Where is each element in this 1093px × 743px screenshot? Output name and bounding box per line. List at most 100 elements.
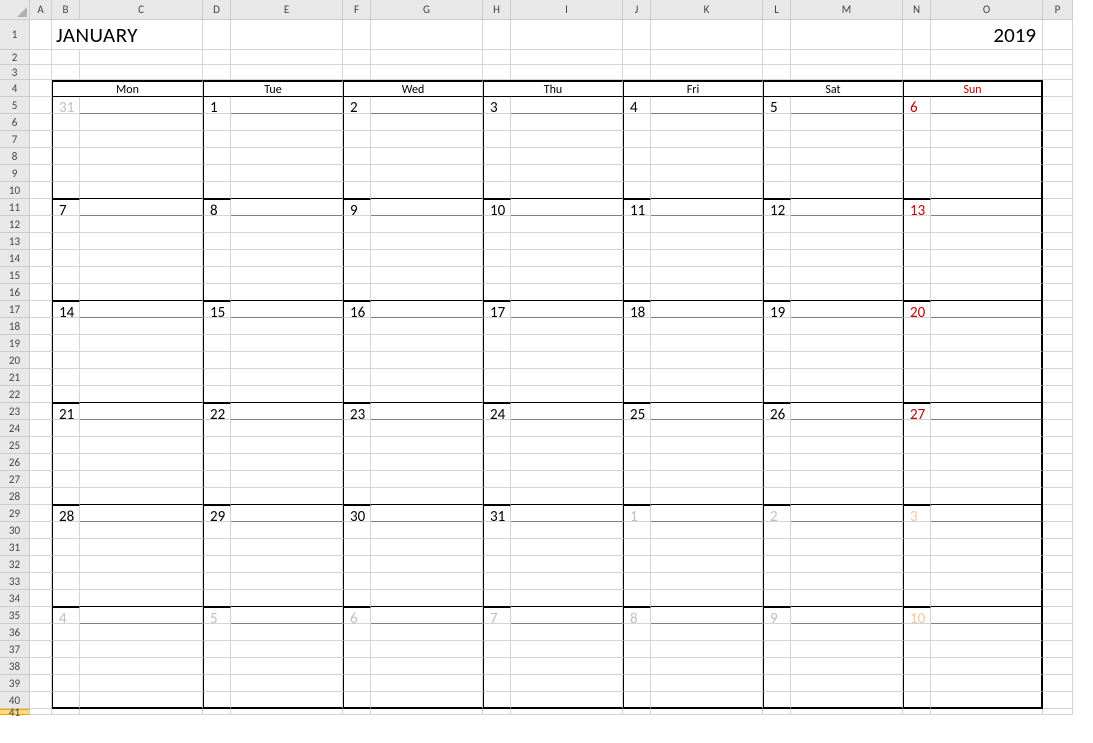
day-body[interactable] [371,352,483,369]
day-event-slot[interactable] [371,97,483,114]
day-body[interactable] [483,267,511,284]
day-body[interactable] [651,573,763,590]
day-event-slot[interactable] [651,97,763,114]
day-body[interactable] [623,641,651,658]
day-body[interactable] [371,454,483,471]
day-body[interactable] [231,148,343,165]
cell[interactable] [52,709,80,715]
day-body[interactable] [52,641,80,658]
cell[interactable] [30,590,52,607]
day-body[interactable] [343,420,371,437]
day-body[interactable] [231,624,343,641]
cell[interactable] [651,20,763,50]
day-body[interactable] [371,233,483,250]
day-number[interactable]: 28 [52,505,80,522]
day-body[interactable] [483,182,511,199]
day-body[interactable] [231,539,343,556]
day-body[interactable] [203,437,231,454]
cell[interactable] [30,641,52,658]
day-body[interactable] [651,590,763,607]
day-body[interactable] [623,318,651,335]
day-body[interactable] [791,675,903,692]
day-body[interactable] [623,114,651,131]
cell[interactable] [1043,97,1073,114]
day-body[interactable] [651,284,763,301]
day-body[interactable] [231,590,343,607]
day-body[interactable] [80,471,203,488]
cell[interactable] [903,65,931,80]
day-body[interactable] [511,658,623,675]
cell[interactable] [791,709,903,715]
day-body[interactable] [483,369,511,386]
day-body[interactable] [371,131,483,148]
day-body[interactable] [511,352,623,369]
day-body[interactable] [903,369,931,386]
day-number[interactable]: 26 [763,403,791,420]
day-body[interactable] [203,148,231,165]
day-body[interactable] [511,369,623,386]
day-body[interactable] [203,114,231,131]
day-body[interactable] [80,182,203,199]
row-header-6[interactable]: 6 [0,114,30,131]
day-body[interactable] [763,182,791,199]
day-body[interactable] [791,131,903,148]
cell[interactable] [1043,284,1073,301]
day-body[interactable] [763,556,791,573]
day-body[interactable] [203,641,231,658]
day-body[interactable] [651,488,763,505]
day-body[interactable] [371,284,483,301]
day-body[interactable] [80,590,203,607]
day-body[interactable] [651,386,763,403]
day-body[interactable] [52,420,80,437]
day-number[interactable]: 30 [343,505,371,522]
day-number[interactable]: 10 [903,607,931,624]
day-body[interactable] [52,165,80,182]
day-number[interactable]: 12 [763,199,791,216]
day-number[interactable]: 21 [52,403,80,420]
day-body[interactable] [371,267,483,284]
day-body[interactable] [483,216,511,233]
day-body[interactable] [371,658,483,675]
day-body[interactable] [791,165,903,182]
cell[interactable] [483,20,511,50]
cell[interactable] [30,301,52,318]
day-body[interactable] [931,471,1043,488]
day-body[interactable] [651,352,763,369]
day-body[interactable] [903,692,931,709]
day-body[interactable] [483,488,511,505]
day-number[interactable]: 13 [903,199,931,216]
day-body[interactable] [203,488,231,505]
day-body[interactable] [371,165,483,182]
day-body[interactable] [371,318,483,335]
cell[interactable] [1043,335,1073,352]
day-body[interactable] [80,216,203,233]
day-body[interactable] [763,165,791,182]
day-body[interactable] [903,182,931,199]
day-body[interactable] [371,182,483,199]
day-body[interactable] [483,335,511,352]
day-body[interactable] [791,590,903,607]
row-header-2[interactable]: 2 [0,50,30,65]
day-body[interactable] [763,352,791,369]
day-body[interactable] [52,250,80,267]
row-header-41[interactable]: 41 [0,709,30,715]
day-body[interactable] [483,556,511,573]
day-number[interactable]: 18 [623,301,651,318]
day-number[interactable]: 19 [763,301,791,318]
day-body[interactable] [791,216,903,233]
day-body[interactable] [791,641,903,658]
day-event-slot[interactable] [511,97,623,114]
day-body[interactable] [343,352,371,369]
cell[interactable] [1043,471,1073,488]
day-body[interactable] [80,658,203,675]
row-header-27[interactable]: 27 [0,471,30,488]
day-body[interactable] [52,114,80,131]
day-body[interactable] [763,335,791,352]
cell[interactable] [903,50,931,65]
day-body[interactable] [483,420,511,437]
row-header-34[interactable]: 34 [0,590,30,607]
row-header-38[interactable]: 38 [0,658,30,675]
day-body[interactable] [80,420,203,437]
day-body[interactable] [903,658,931,675]
day-body[interactable] [203,216,231,233]
